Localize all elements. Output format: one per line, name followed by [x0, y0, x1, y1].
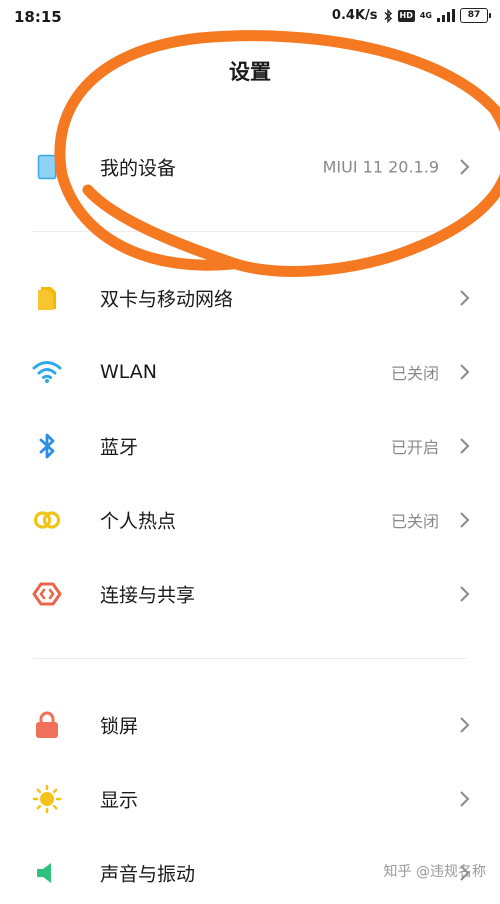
divider — [33, 658, 467, 659]
settings-row-bluetooth[interactable]: 蓝牙 已开启 — [0, 415, 500, 477]
settings-row-hotspot[interactable]: 个人热点 已关闭 — [0, 489, 500, 551]
chevron-right-icon — [460, 717, 470, 733]
row-label: WLAN — [100, 361, 158, 383]
chevron-right-icon — [460, 438, 470, 454]
page-title: 设置 — [229, 60, 271, 84]
settings-row-dual-sim[interactable]: 双卡与移动网络 — [0, 267, 500, 329]
row-value: 已开启 — [390, 438, 439, 457]
chevron-right-icon — [460, 290, 470, 306]
row-value: MIUI 11 20.1.9 — [322, 157, 439, 177]
bluetooth-icon — [30, 429, 64, 463]
chevron-right-icon — [460, 791, 470, 807]
bluetooth-icon — [384, 8, 392, 23]
sound-icon — [30, 856, 64, 890]
settings-row-lock-screen[interactable]: 锁屏 — [0, 694, 500, 756]
row-label: 锁屏 — [100, 715, 139, 738]
chevron-right-icon — [460, 512, 470, 528]
settings-row-wlan[interactable]: WLAN 已关闭 — [0, 341, 500, 403]
row-label: 双卡与移动网络 — [100, 288, 234, 311]
row-label: 连接与共享 — [100, 584, 196, 607]
row-label: 蓝牙 — [100, 436, 139, 459]
row-label: 我的设备 — [100, 157, 177, 180]
net-speed: 0.4K/s — [331, 8, 378, 23]
tablet-icon — [30, 150, 64, 184]
share-connection-icon — [30, 577, 64, 611]
row-label: 声音与振动 — [100, 863, 196, 886]
watermark: 知乎 @违规名称 — [383, 864, 486, 880]
hotspot-icon — [30, 503, 64, 537]
row-value: 已关闭 — [390, 364, 439, 383]
status-indicators: 0.4K/s HD 4G 87 — [331, 8, 491, 23]
wifi-icon — [30, 355, 64, 389]
settings-row-my-device[interactable]: 我的设备 MIUI 11 20.1.9 — [0, 136, 500, 198]
lock-icon — [30, 708, 64, 742]
hd-badge: HD — [397, 9, 415, 22]
row-label: 个人热点 — [100, 510, 177, 533]
sim-card-icon — [30, 281, 64, 315]
divider — [33, 231, 467, 232]
chevron-right-icon — [460, 364, 470, 380]
battery-icon: 87 — [460, 8, 491, 23]
chevron-right-icon — [460, 586, 470, 602]
status-bar: 18:15 0.4K/s HD 4G 87 — [0, 0, 500, 34]
row-label: 显示 — [100, 789, 139, 812]
row-value: 已关闭 — [390, 512, 439, 531]
network-type: 4G — [419, 10, 432, 20]
chevron-right-icon — [460, 159, 470, 175]
settings-row-display[interactable]: 显示 — [0, 768, 500, 830]
settings-row-connection-sharing[interactable]: 连接与共享 — [0, 563, 500, 625]
brightness-icon — [30, 782, 64, 816]
signal-icon — [437, 9, 455, 22]
status-time: 18:15 — [14, 8, 62, 26]
